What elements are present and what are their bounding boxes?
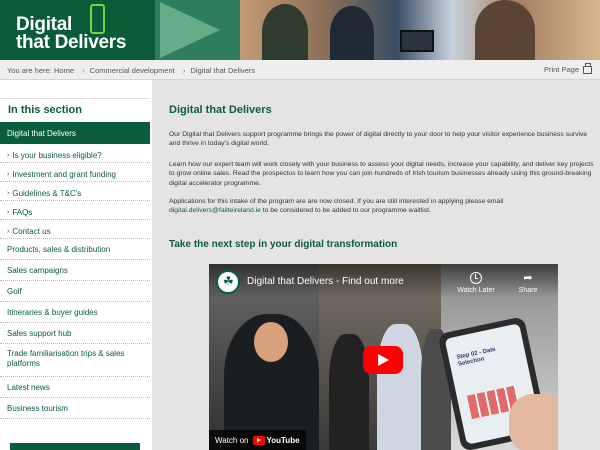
youtube-logo: YouTube: [252, 435, 300, 445]
chevron-right-icon: ›: [7, 190, 10, 197]
banner-screen: [400, 30, 434, 52]
section-heading-box: In this section: [0, 98, 150, 122]
breadcrumb-separator: ›: [82, 66, 85, 75]
share-icon: ➦: [523, 271, 533, 284]
sidebar-nav: Digital that Delivers › Is your business…: [0, 122, 150, 419]
sidebar-item-sales-campaigns[interactable]: Sales campaigns: [0, 260, 150, 281]
description-paragraph: Learn how our expert team will work clos…: [169, 161, 594, 187]
banner-person: [262, 4, 308, 60]
share-button[interactable]: ➦ Share: [507, 271, 549, 295]
sidebar-promo-box: [10, 443, 140, 450]
sidebar-item-latest-news[interactable]: Latest news: [0, 377, 150, 398]
main-content: Digital that Delivers Our Digital that D…: [152, 80, 600, 450]
watch-later-label: Watch Later: [457, 287, 495, 294]
breadcrumb-prefix: You are here:: [7, 66, 52, 75]
sidebar-subitem-funding[interactable]: › Investment and grant funding: [0, 163, 150, 182]
breadcrumb-home[interactable]: Home: [54, 66, 74, 75]
section-subtitle: Take the next step in your digital trans…: [169, 239, 398, 250]
printer-icon: [583, 62, 592, 74]
youtube-label: YouTube: [266, 435, 300, 445]
watch-later-button[interactable]: Watch Later: [455, 272, 497, 294]
chevron-right-icon: ›: [7, 171, 10, 178]
print-page-button[interactable]: Print Page: [543, 62, 592, 74]
print-label: Print Page: [543, 65, 579, 74]
sidebar-item-trade-trips[interactable]: Trade familiarisation trips & sales plat…: [0, 344, 150, 377]
share-label: Share: [518, 287, 538, 294]
applications-text-end: to be considered to be added to our prog…: [260, 207, 431, 215]
sidebar-subitem-eligible[interactable]: › Is your business eligible?: [0, 144, 150, 163]
applications-paragraph: Applications for this intake of the prog…: [169, 197, 597, 216]
sidebar-subitem-label: Guidelines & T&C's: [12, 189, 82, 198]
breadcrumb-commercial-development[interactable]: Commercial development: [90, 66, 175, 75]
watch-on-label: Watch on: [215, 435, 249, 445]
sidebar-subitem-faqs[interactable]: › FAQs: [0, 201, 150, 220]
channel-avatar[interactable]: [216, 270, 240, 294]
banner-person: [330, 6, 374, 60]
breadcrumb-separator: ›: [182, 66, 186, 75]
header-banner: Digital that Delivers: [0, 0, 600, 60]
sidebar-subitem-label: FAQs: [12, 208, 33, 217]
sidebar-item-itineraries[interactable]: Itineraries & buyer guides: [0, 302, 150, 323]
breadcrumb-current: Digital that Delivers: [190, 66, 256, 75]
video-person-face: [254, 322, 288, 362]
banner-person: [475, 0, 535, 60]
youtube-icon: [252, 435, 265, 445]
video-hand: [509, 394, 558, 450]
phone-step-text: Step 02 - Date Selection: [456, 346, 497, 368]
play-button[interactable]: [363, 346, 403, 374]
sidebar-item-sales-support[interactable]: Sales support hub: [0, 323, 150, 344]
email-link[interactable]: digital.delivers@failteireland.ie: [169, 207, 261, 214]
clock-icon: [470, 272, 482, 284]
intro-paragraph: Our Digital that Delivers support progra…: [169, 131, 588, 148]
video-title[interactable]: Digital that Delivers - Find out more: [247, 276, 404, 287]
sidebar-item-golf[interactable]: Golf: [0, 281, 150, 302]
sidebar-item-business-tourism[interactable]: Business tourism: [0, 398, 150, 419]
logo[interactable]: Digital that Delivers: [0, 0, 155, 60]
sidebar-item-products[interactable]: Products, sales & distribution: [0, 239, 150, 260]
logo-text: Digital that Delivers: [16, 15, 127, 53]
video-person: [377, 324, 423, 450]
banner-arrow-graphic: [160, 2, 220, 58]
logo-line: that Delivers: [16, 32, 127, 53]
sidebar-subitem-label: Investment and grant funding: [12, 170, 116, 179]
breadcrumb-bar: You are here: Home › Commercial developm…: [0, 60, 600, 80]
sidebar-subitem-label: Is your business eligible?: [12, 151, 102, 160]
watch-on-youtube-button[interactable]: Watch on YouTube: [209, 430, 306, 450]
page-title: Digital that Delivers: [169, 104, 272, 116]
sidebar-subitem-label: Contact us: [12, 227, 51, 236]
chevron-right-icon: ›: [7, 152, 10, 159]
sidebar-subitem-contact[interactable]: › Contact us: [0, 220, 150, 239]
sidebar-item-digital-that-delivers[interactable]: Digital that Delivers: [0, 122, 150, 144]
sidebar-subitem-guidelines[interactable]: › Guidelines & T&C's: [0, 182, 150, 201]
section-heading: In this section: [8, 104, 82, 116]
breadcrumb: Home › Commercial development › Digital …: [54, 66, 258, 75]
chevron-right-icon: ›: [7, 228, 10, 235]
video-player[interactable]: Step 02 - Date Selection Digital that De…: [209, 264, 558, 450]
applications-text: Applications for this intake of the prog…: [169, 198, 504, 205]
chevron-right-icon: ›: [7, 209, 10, 216]
